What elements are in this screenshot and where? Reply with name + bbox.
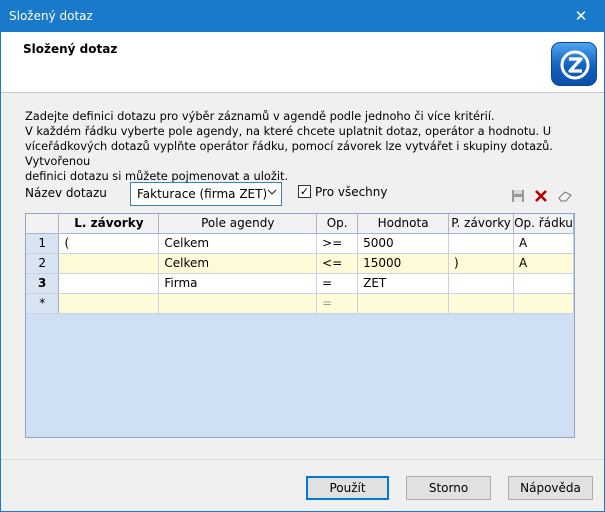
row-number[interactable]: 2 — [26, 253, 60, 274]
cell-left-bracket[interactable]: ( — [58, 233, 160, 254]
column-header[interactable]: Op. řádku — [513, 214, 574, 234]
cell-field[interactable] — [158, 293, 318, 314]
eraser-icon[interactable] — [556, 189, 574, 207]
cell-row-operator[interactable] — [513, 293, 574, 314]
cancel-button[interactable]: Storno — [406, 476, 491, 500]
help-button[interactable]: Nápověda — [508, 476, 593, 500]
cell-field[interactable]: Celkem — [158, 253, 318, 274]
cell-operator[interactable]: <= — [316, 253, 359, 274]
title-bar: Složený dotaz ✕ — [1, 1, 604, 32]
cell-operator[interactable]: >= — [316, 233, 359, 254]
query-name-select[interactable]: Fakturace (firma ZET) — [130, 182, 282, 206]
column-header[interactable]: L. závorky — [58, 214, 160, 234]
cell-value[interactable]: 5000 — [357, 233, 450, 254]
cell-right-bracket[interactable]: ) — [448, 253, 514, 274]
column-header[interactable]: Hodnota — [357, 214, 450, 234]
save-icon[interactable] — [509, 189, 527, 207]
query-name-label: Název dotazu — [25, 186, 107, 200]
cell-operator[interactable]: = — [316, 293, 359, 314]
header-title: Složený dotaz — [23, 42, 118, 56]
grid-header-row: L. závorky Pole agendy Op. Hodnota P. zá… — [26, 214, 574, 234]
app-logo-icon — [551, 42, 597, 86]
cell-row-operator[interactable]: A — [513, 253, 574, 274]
footer-divider — [1, 459, 604, 460]
new-row[interactable]: * = — [26, 293, 574, 314]
cell-value[interactable]: ZET — [357, 273, 450, 294]
chevron-down-icon — [267, 187, 277, 200]
dialog-window: Složený dotaz ✕ Složený dotaz Zadejte de… — [0, 0, 605, 512]
query-grid[interactable]: L. závorky Pole agendy Op. Hodnota P. zá… — [25, 213, 575, 438]
dialog-header: Složený dotaz — [1, 32, 604, 93]
for-all-label: Pro všechny — [315, 185, 388, 199]
table-row[interactable]: 1 ( Celkem >= 5000 A — [26, 233, 574, 254]
cell-row-operator[interactable]: A — [513, 233, 574, 254]
column-header[interactable]: P. závorky — [448, 214, 514, 234]
cell-operator[interactable]: = — [316, 273, 359, 294]
cell-field[interactable]: Celkem — [158, 233, 318, 254]
description: Zadejte definici dotazu pro výběr záznam… — [25, 109, 585, 184]
delete-icon[interactable] — [532, 189, 550, 207]
cell-right-bracket[interactable] — [448, 293, 514, 314]
cell-row-operator[interactable] — [513, 273, 574, 294]
description-line: Zadejte definici dotazu pro výběr záznam… — [25, 109, 495, 123]
row-number[interactable]: 3 — [26, 273, 60, 294]
cell-value[interactable]: 15000 — [357, 253, 450, 274]
table-row[interactable]: 3 Firma = ZET — [26, 273, 574, 294]
cell-left-bracket[interactable] — [58, 273, 160, 294]
table-row[interactable]: 2 Celkem <= 15000 ) A — [26, 253, 574, 274]
cell-right-bracket[interactable] — [448, 233, 514, 254]
query-name-value: Fakturace (firma ZET) — [137, 187, 268, 201]
close-button[interactable]: ✕ — [558, 1, 604, 32]
row-number[interactable]: * — [26, 293, 60, 314]
description-line: definici dotazu si můžete pojmenovat a u… — [25, 169, 289, 183]
column-header[interactable]: Op. — [316, 214, 359, 234]
cell-right-bracket[interactable] — [448, 273, 514, 294]
window-title: Složený dotaz — [9, 9, 93, 23]
apply-button[interactable]: Použít — [306, 476, 389, 500]
cell-value[interactable] — [357, 293, 450, 314]
cell-left-bracket[interactable] — [58, 253, 160, 274]
column-header — [26, 214, 60, 234]
description-line: V každém řádku vyberte pole agendy, na k… — [25, 124, 552, 138]
column-header[interactable]: Pole agendy — [158, 214, 318, 234]
description-line: víceřádkových dotazů vyplňte operátor řá… — [25, 139, 553, 168]
cell-field[interactable]: Firma — [158, 273, 318, 294]
for-all-checkbox[interactable]: ✓ — [298, 185, 311, 198]
row-number[interactable]: 1 — [26, 233, 60, 254]
cell-left-bracket[interactable] — [58, 293, 160, 314]
